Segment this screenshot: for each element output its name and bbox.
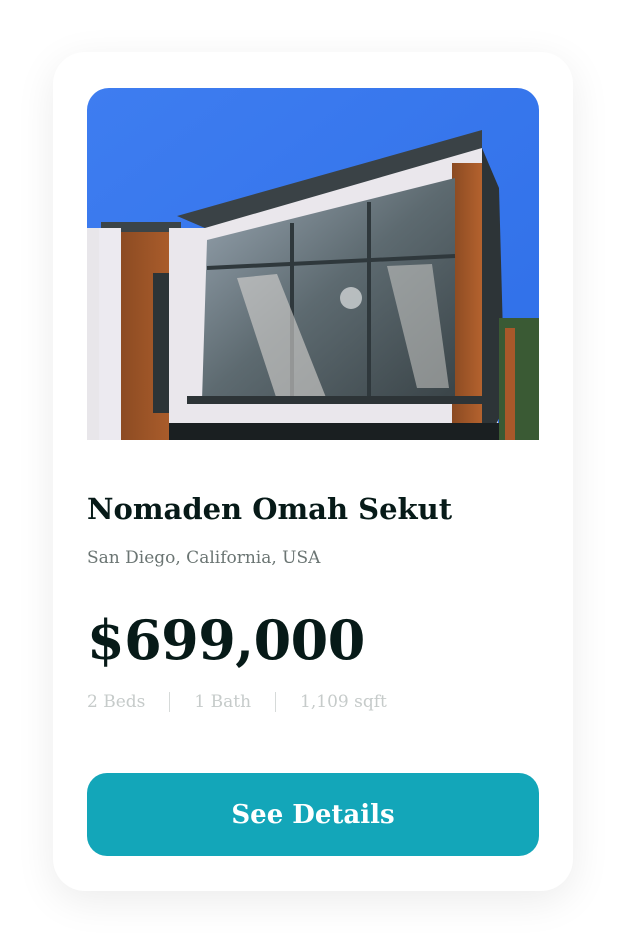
divider [169,692,171,712]
spec-baths: 1 Bath [194,692,252,712]
property-location: San Diego, California, USA [87,548,321,568]
divider [275,692,277,712]
property-name: Nomaden Omah Sekut [87,492,453,526]
spec-beds: 2 Beds [87,692,146,712]
property-photo[interactable] [87,88,539,440]
property-card: Nomaden Omah Sekut San Diego, California… [53,52,573,891]
spec-area: 1,109 sqft [300,692,387,712]
see-details-button[interactable]: See Details [87,773,539,856]
property-price: $699,000 [87,608,365,672]
house-image [87,88,539,440]
property-specs: 2 Beds 1 Bath 1,109 sqft [87,692,387,712]
